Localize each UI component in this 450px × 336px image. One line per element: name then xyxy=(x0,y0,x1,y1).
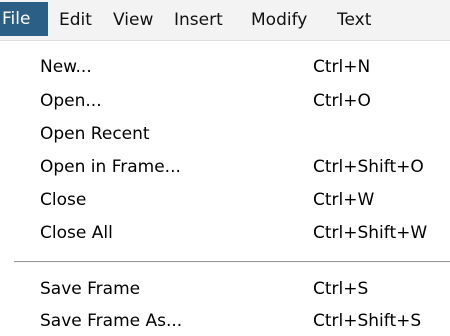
menu-item-save-frame-as[interactable]: Save Frame As... Ctrl+Shift+S xyxy=(0,305,450,336)
application-window: File Edit View Insert Modify Text New...… xyxy=(0,0,450,336)
menu-separator xyxy=(14,261,450,263)
menu-item-save-frame[interactable]: Save Frame Ctrl+S xyxy=(0,273,450,305)
menu-item-label: Open in Frame... xyxy=(40,157,181,177)
shortcut-text: Ctrl+Shift+O xyxy=(313,157,424,177)
menu-item-new[interactable]: New... Ctrl+N xyxy=(0,51,450,83)
menu-insert[interactable]: Insert xyxy=(174,6,223,34)
menu-item-open-recent[interactable]: Open Recent xyxy=(0,118,450,150)
menu-item-label: Close All xyxy=(40,223,113,243)
menu-item-open-in-frame[interactable]: Open in Frame... Ctrl+Shift+O xyxy=(0,151,450,183)
shortcut-text: Ctrl+W xyxy=(313,190,375,210)
menu-modify[interactable]: Modify xyxy=(251,6,307,34)
menu-item-label: Open Recent xyxy=(40,124,150,144)
menu-item-close[interactable]: Close Ctrl+W xyxy=(0,184,450,216)
menu-item-open[interactable]: Open... Ctrl+O xyxy=(0,85,450,117)
menu-item-label: Save Frame xyxy=(40,279,141,299)
menu-text[interactable]: Text xyxy=(337,6,371,34)
shortcut-text: Ctrl+S xyxy=(313,279,369,299)
shortcut-text: Ctrl+Shift+W xyxy=(313,223,428,243)
shortcut-text: Ctrl+N xyxy=(313,57,371,77)
menu-edit[interactable]: Edit xyxy=(59,6,92,34)
menu-view[interactable]: View xyxy=(113,6,153,34)
menu-item-close-all[interactable]: Close All Ctrl+Shift+W xyxy=(0,217,450,249)
menu-item-label: Open... xyxy=(40,91,102,111)
menu-item-label: Close xyxy=(40,190,87,210)
menu-file[interactable]: File xyxy=(0,2,48,36)
shortcut-text: Ctrl+Shift+S xyxy=(313,311,422,331)
file-menu-dropdown: New... Ctrl+N Open... Ctrl+O Open Recent… xyxy=(0,41,450,336)
menu-item-label: New... xyxy=(40,57,92,77)
menu-item-label: Save Frame As... xyxy=(40,311,183,331)
shortcut-text: Ctrl+O xyxy=(313,91,371,111)
menu-bar: File Edit View Insert Modify Text xyxy=(0,0,450,41)
